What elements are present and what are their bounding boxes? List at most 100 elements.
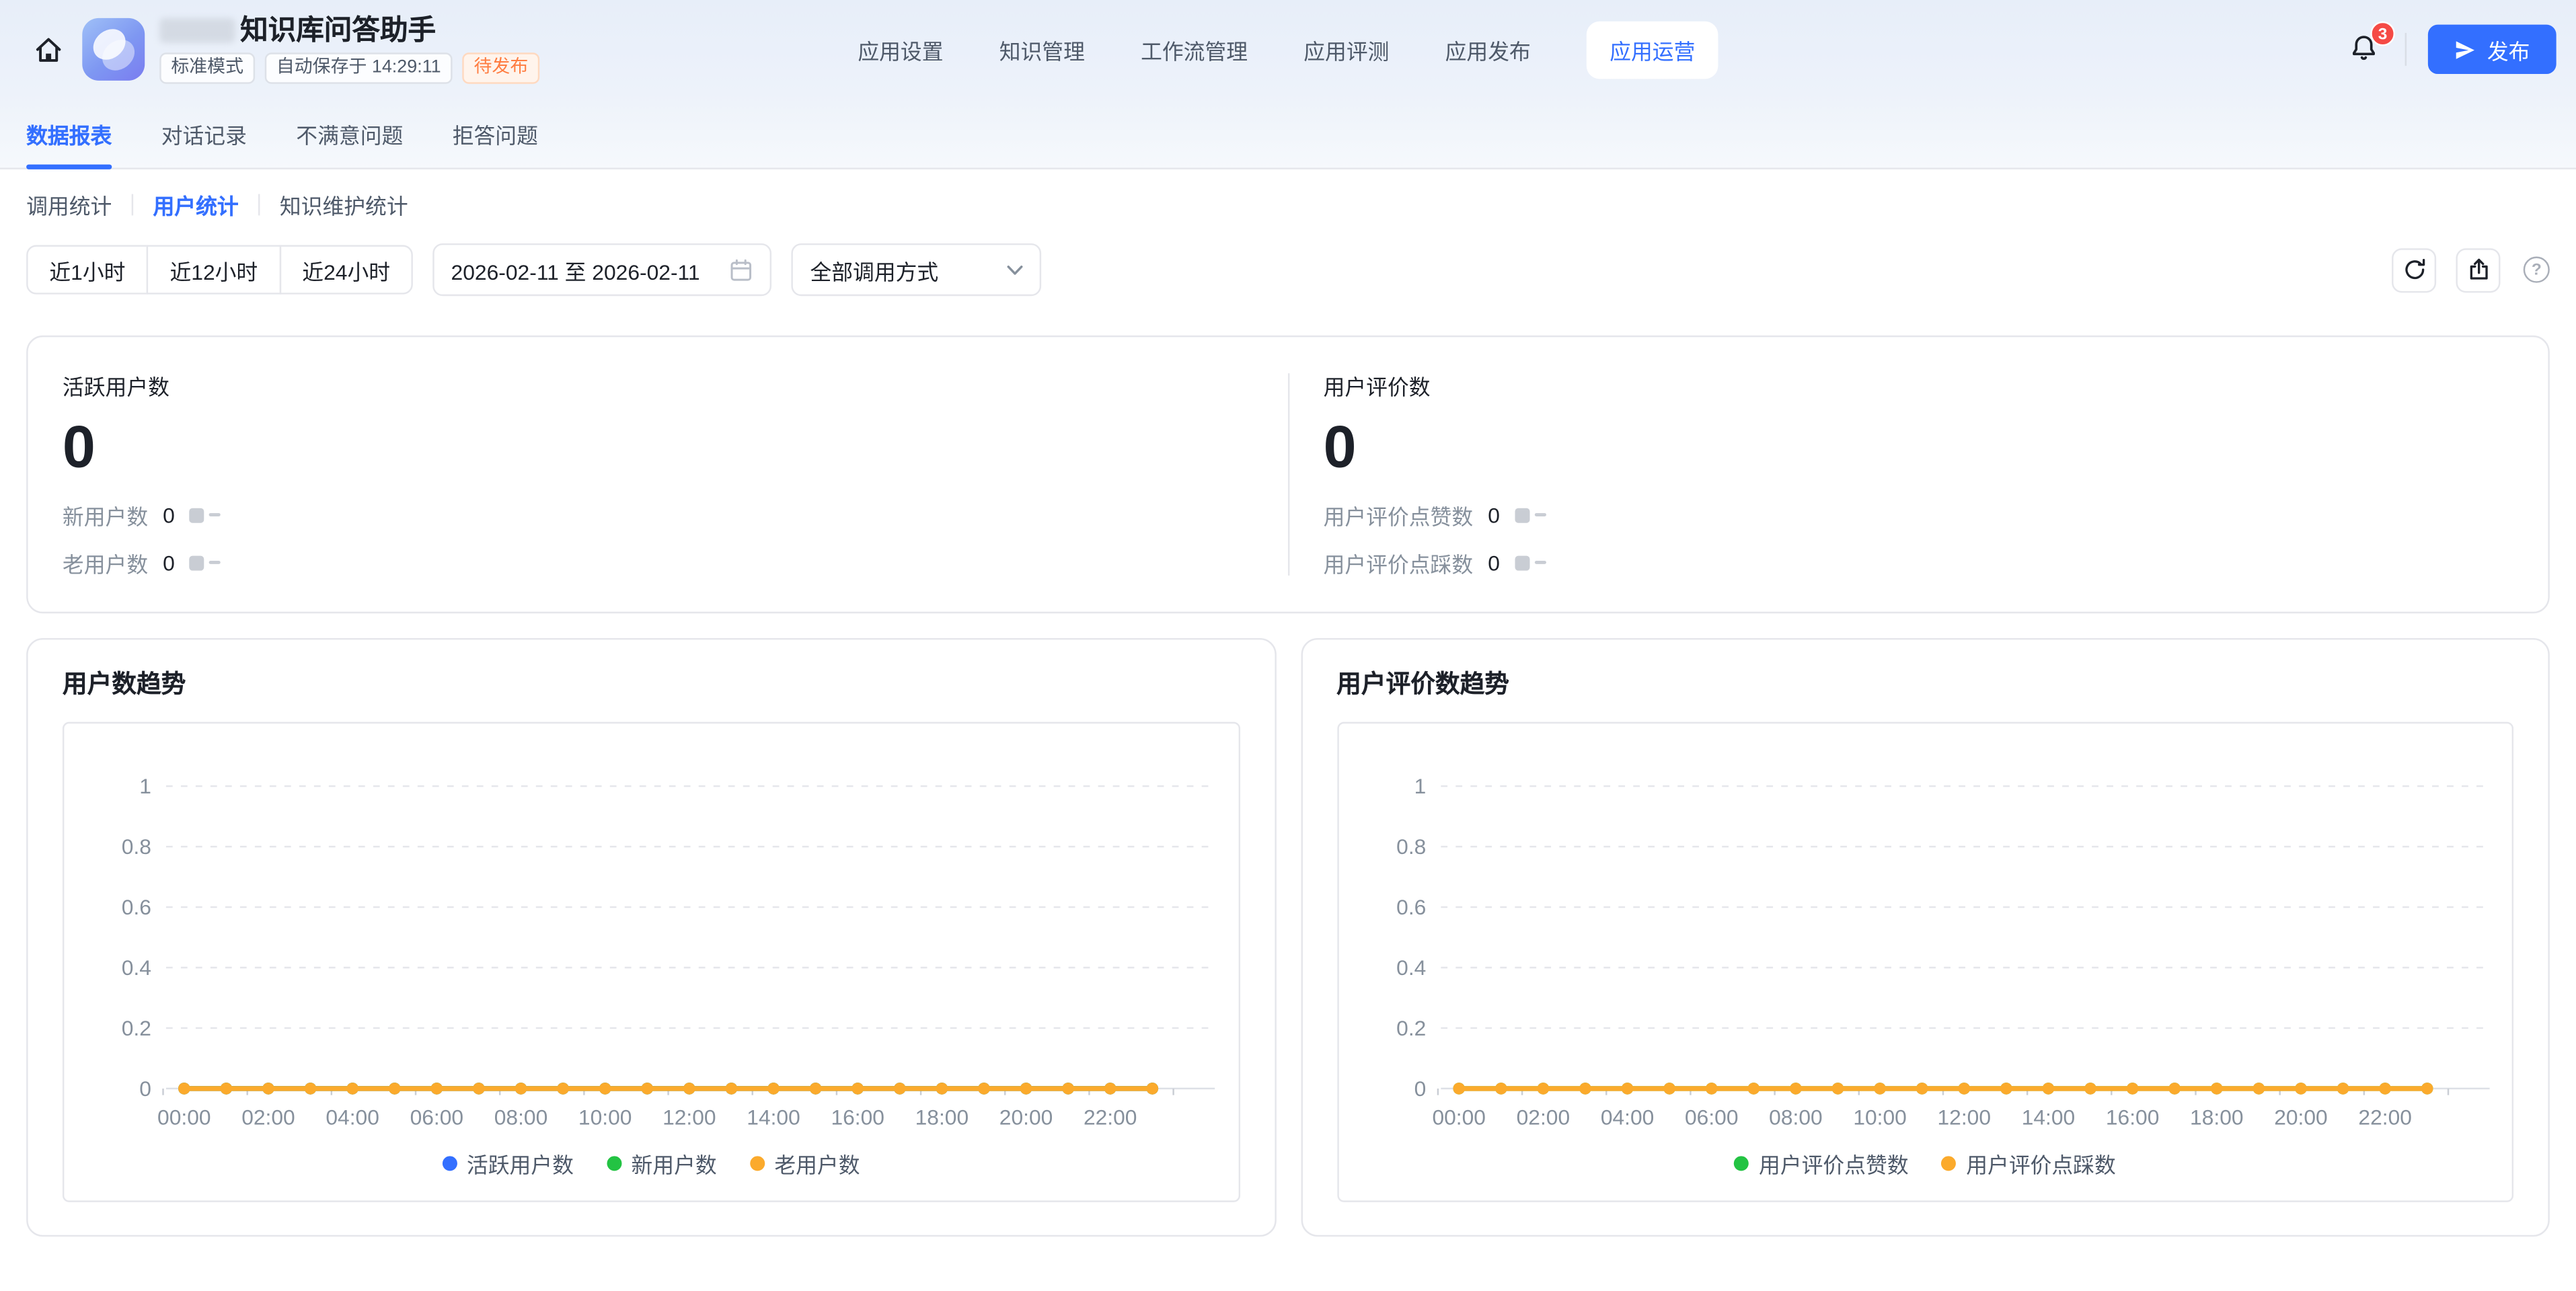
tab-unsatisfied-questions[interactable]: 不满意问题 [296, 99, 403, 168]
app-logo [82, 17, 145, 81]
nav-item-app-publish[interactable]: 应用发布 [1445, 34, 1531, 65]
nav-item-app-eval[interactable]: 应用评测 [1303, 34, 1389, 65]
trend-flat-icon [189, 555, 221, 570]
export-button[interactable] [2456, 247, 2501, 292]
autosave-badge: 自动保存于 14:29:11 [264, 52, 453, 84]
svg-text:10:00: 10:00 [578, 1105, 632, 1129]
svg-text:0.2: 0.2 [122, 1015, 151, 1040]
old-users-row: 老用户数 0 [63, 547, 1252, 578]
time-range-1h-button[interactable]: 近1小时 [26, 245, 149, 295]
svg-text:12:00: 12:00 [662, 1105, 716, 1129]
legend-label: 活跃用户数 [466, 1152, 574, 1178]
help-button[interactable]: ? [2523, 256, 2550, 283]
dislikes-value: 0 [1488, 550, 1500, 576]
trend-flat-icon [189, 507, 221, 522]
chevron-down-icon [1008, 264, 1024, 274]
mode-badge: 标准模式 [159, 52, 256, 84]
svg-text:06:00: 06:00 [410, 1105, 464, 1129]
user-trend-chart-card: 用户数趋势 0 0.2 0.4 0.6 0.8 1 00:00 02:00 04:00 06:00… [26, 637, 1276, 1237]
date-range-value: 2026-02-11 至 2026-02-11 [451, 259, 700, 284]
user-ratings-section: 用户评价数 0 用户评价点赞数 0 用户评价点踩数 0 [1289, 364, 2548, 585]
stat-subtabs: 调用统计 用户统计 知识维护统计 [0, 169, 2576, 231]
rating-trend-line-chart[interactable]: 0 0.2 0.4 0.6 0.8 1 00:00 02:00 04:00 06:00 08:00 1… [1338, 723, 2512, 1131]
time-range-12h-button[interactable]: 近12小时 [147, 245, 281, 295]
likes-label: 用户评价点赞数 [1323, 504, 1474, 529]
app-window: 知识库问答助手 标准模式 自动保存于 14:29:11 待发布 应用设置 知识管… [0, 0, 2576, 1291]
rating-trend-chart-card: 用户评价数趋势 0 0.2 0.4 0.6 0.8 1 00:00 02:00 04:00 06:… [1300, 637, 2550, 1237]
user-ratings-title: 用户评价数 [1323, 375, 1431, 400]
legend-dot-icon [442, 1156, 457, 1171]
home-button[interactable] [20, 22, 75, 77]
app-header: 知识库问答助手 标准模式 自动保存于 14:29:11 待发布 应用设置 知识管… [0, 0, 2576, 99]
svg-text:16:00: 16:00 [831, 1105, 884, 1129]
subtab-knowledge-maintenance-stats[interactable]: 知识维护统计 [280, 189, 408, 220]
trend-flat-icon [1514, 555, 1546, 570]
svg-text:10:00: 10:00 [1852, 1105, 1906, 1129]
call-type-select[interactable]: 全部调用方式 [792, 243, 1043, 297]
svg-text:20:00: 20:00 [999, 1105, 1053, 1129]
nav-item-app-operations[interactable]: 应用运营 [1586, 20, 1718, 79]
export-icon [2469, 258, 2487, 280]
legend-dot-icon [749, 1156, 765, 1171]
notifications-button[interactable]: 3 [2344, 21, 2395, 69]
legend-item[interactable]: 活跃用户数 [442, 1148, 574, 1179]
legend-label: 老用户数 [774, 1152, 860, 1178]
legend-dot-icon [606, 1156, 621, 1171]
tab-data-report[interactable]: 数据报表 [26, 99, 112, 169]
user-trend-chart-legend: 活跃用户数 新用户数 老用户数 [64, 1131, 1238, 1197]
nav-item-workflow-mgmt[interactable]: 工作流管理 [1141, 34, 1248, 65]
svg-text:0.8: 0.8 [122, 834, 151, 858]
svg-text:14:00: 14:00 [747, 1105, 800, 1129]
date-range-picker[interactable]: 2026-02-11 至 2026-02-11 [432, 243, 773, 297]
old-users-label: 老用户数 [62, 551, 149, 577]
svg-text:1: 1 [139, 773, 151, 797]
svg-text:04:00: 04:00 [1600, 1105, 1654, 1129]
svg-text:04:00: 04:00 [326, 1105, 379, 1129]
publish-button[interactable]: 发布 [2427, 24, 2556, 75]
new-users-row: 新用户数 0 [63, 500, 1252, 531]
refresh-button[interactable] [2392, 247, 2437, 292]
active-users-title: 活跃用户数 [62, 375, 169, 400]
nav-item-app-settings[interactable]: 应用设置 [858, 34, 943, 65]
user-trend-chart-panel[interactable]: 0 0.2 0.4 0.6 0.8 1 00:00 02:00 04:00 06:00 08:00 1… [62, 721, 1240, 1202]
publish-button-label: 发布 [2487, 38, 2530, 64]
subtab-user-stats[interactable]: 用户统计 [153, 189, 238, 220]
time-range-group: 近1小时 近12小时 近24小时 [26, 245, 414, 295]
svg-text:0.6: 0.6 [122, 894, 151, 918]
svg-text:0.4: 0.4 [1396, 955, 1425, 979]
header-right: 3 发布 [2344, 21, 2556, 75]
svg-text:22:00: 22:00 [1084, 1105, 1137, 1129]
legend-item[interactable]: 用户评价点赞数 [1734, 1148, 1909, 1179]
charts-row: 用户数趋势 0 0.2 0.4 0.6 0.8 1 00:00 02:00 04:00 06:00… [26, 637, 2550, 1237]
rating-trend-chart-legend: 用户评价点赞数 用户评价点踩数 [1338, 1131, 2512, 1197]
legend-item[interactable]: 新用户数 [606, 1148, 717, 1179]
likes-row: 用户评价点赞数 0 [1324, 500, 2513, 531]
main-nav: 应用设置 知识管理 工作流管理 应用评测 应用发布 应用运营 [858, 20, 1718, 79]
subtab-call-stats[interactable]: 调用统计 [26, 189, 112, 220]
rating-trend-chart-panel[interactable]: 0 0.2 0.4 0.6 0.8 1 00:00 02:00 04:00 06:00 08:00 1… [1336, 721, 2514, 1202]
refresh-icon [2404, 258, 2425, 280]
new-users-value: 0 [163, 502, 175, 528]
nav-item-knowledge-mgmt[interactable]: 知识管理 [999, 34, 1085, 65]
dislikes-row: 用户评价点踩数 0 [1324, 547, 2513, 578]
legend-item[interactable]: 用户评价点踩数 [1941, 1148, 2116, 1179]
svg-text:16:00: 16:00 [2105, 1105, 2159, 1129]
calendar-icon [731, 258, 753, 280]
svg-text:0.6: 0.6 [1396, 894, 1425, 918]
legend-item[interactable]: 老用户数 [749, 1148, 860, 1179]
likes-value: 0 [1488, 502, 1500, 528]
svg-text:0.8: 0.8 [1396, 834, 1425, 858]
svg-text:0.2: 0.2 [1396, 1015, 1425, 1040]
tab-rejected-questions[interactable]: 拒答问题 [453, 99, 538, 168]
home-icon [35, 37, 61, 61]
legend-dot-icon [1941, 1156, 1957, 1171]
time-range-24h-button[interactable]: 近24小时 [279, 245, 414, 295]
report-tabs: 数据报表 对话记录 不满意问题 拒答问题 [0, 99, 2576, 169]
svg-text:06:00: 06:00 [1684, 1105, 1738, 1129]
user-trend-line-chart[interactable]: 0 0.2 0.4 0.6 0.8 1 00:00 02:00 04:00 06:00 08:00 1… [64, 723, 1238, 1131]
legend-label: 用户评价点踩数 [1966, 1152, 2116, 1178]
user-trend-chart-title: 用户数趋势 [62, 670, 186, 699]
tab-conversation-log[interactable]: 对话记录 [161, 99, 247, 168]
svg-text:18:00: 18:00 [2189, 1105, 2243, 1129]
old-users-value: 0 [163, 550, 175, 576]
